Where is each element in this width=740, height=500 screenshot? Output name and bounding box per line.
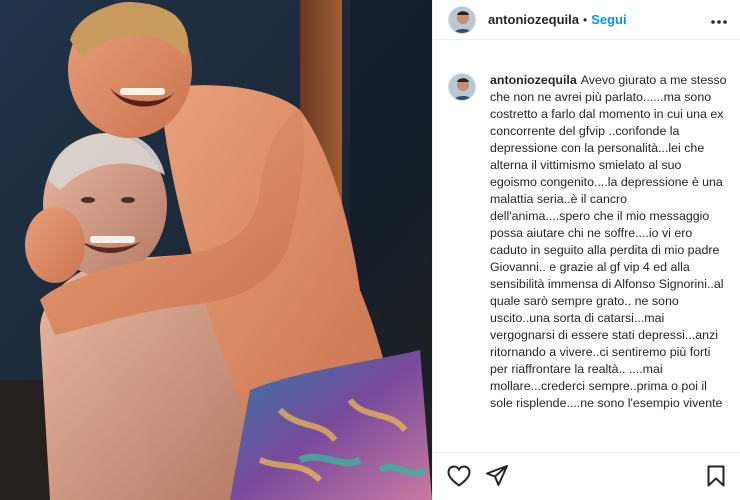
separator-dot: • (583, 12, 588, 27)
caption-username[interactable]: antoniozequila (490, 73, 577, 87)
post-caption: antoniozequila Avevo giurato a me stesso … (490, 72, 728, 412)
post-photo[interactable] (0, 0, 432, 500)
follow-button[interactable]: Segui (591, 12, 626, 27)
post-username[interactable]: antoniozequila (488, 12, 579, 27)
heart-icon[interactable] (447, 464, 471, 488)
post-side-panel: antoniozequila • Segui antoniozequila Ave… (432, 0, 740, 500)
action-bar (433, 452, 740, 498)
more-icon[interactable] (710, 9, 728, 30)
post-header: antoniozequila • Segui (433, 0, 740, 40)
caption-text: Avevo giurato a me stesso che non ne avr… (490, 73, 727, 410)
bookmark-icon[interactable] (704, 464, 728, 488)
photo-image (0, 0, 432, 500)
avatar[interactable] (448, 5, 476, 34)
share-icon[interactable] (485, 464, 509, 488)
avatar[interactable] (448, 73, 476, 101)
caption-area: antoniozequila Avevo giurato a me stesso … (448, 72, 728, 452)
